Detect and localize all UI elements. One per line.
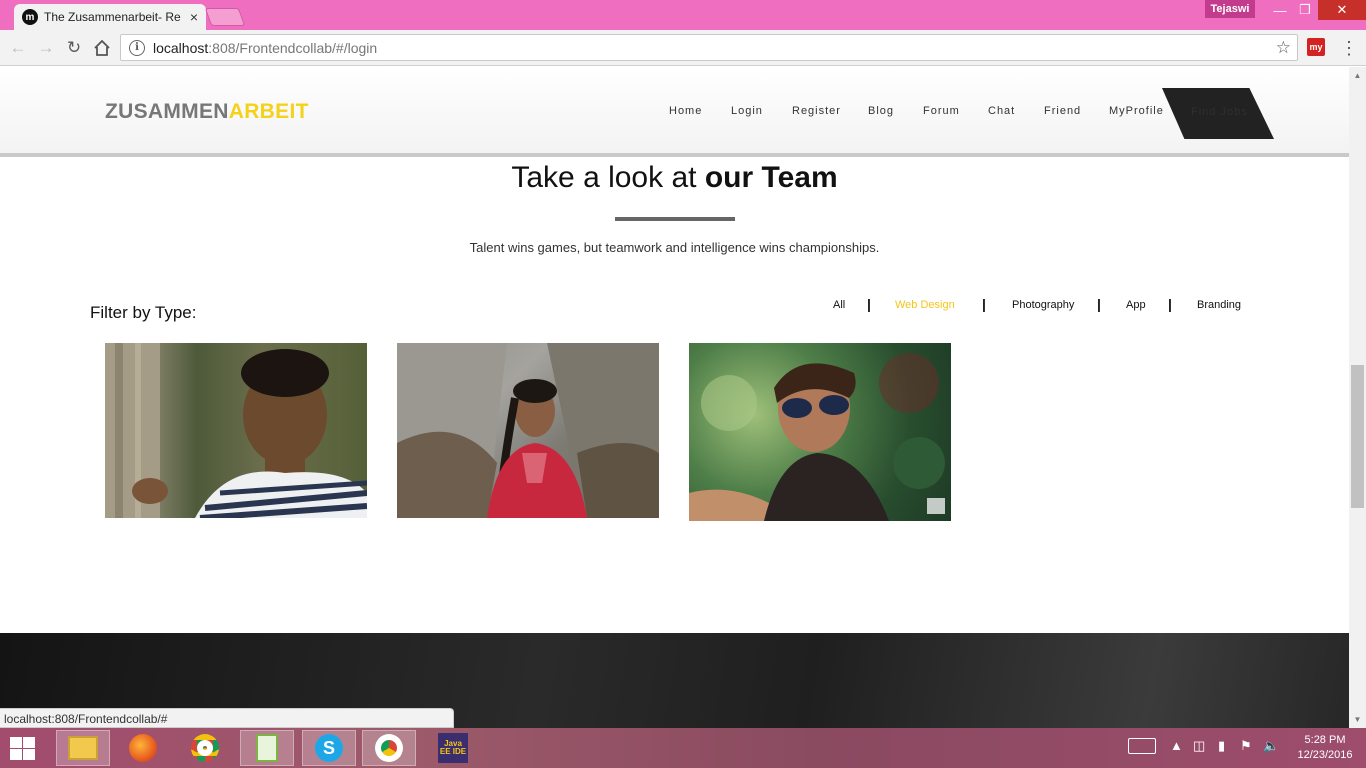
scroll-thumb[interactable]: [1351, 365, 1364, 508]
keyboard-icon[interactable]: [1128, 738, 1156, 754]
battery-icon[interactable]: ▮: [1218, 738, 1225, 754]
reload-icon[interactable]: ↻: [62, 36, 86, 60]
forward-arrow-icon[interactable]: →: [34, 36, 58, 60]
clock-time: 5:28 PM: [1304, 734, 1346, 746]
notepad-plus-plus-icon[interactable]: [240, 730, 294, 766]
new-tab-button[interactable]: [204, 8, 246, 26]
nav-login[interactable]: Login: [731, 105, 763, 117]
site-info-icon[interactable]: i: [129, 39, 145, 56]
java-ee-ide-icon[interactable]: Java EE IDE: [426, 730, 480, 766]
url-host: localhost: [153, 39, 209, 56]
team-member-photo-2[interactable]: [397, 343, 659, 518]
url-path: :808/Frontendcollab/#/login: [208, 39, 378, 56]
firefox-logo: [129, 734, 157, 762]
browser-toolbar: ← → ↻ i localhost:808/Frontendcollab/#/l…: [0, 30, 1366, 66]
site-header: ZUSAMMENARBEIT Home Login Register Blog …: [0, 67, 1349, 157]
logo-part-1: ZUSAMMEN: [105, 100, 229, 123]
site-favicon-icon: m: [22, 9, 38, 25]
nav-blog[interactable]: Blog: [868, 105, 894, 117]
nav-myprofile[interactable]: MyProfile: [1109, 105, 1164, 117]
skype-logo: S: [315, 734, 343, 762]
java-ee-logo: Java EE IDE: [438, 733, 468, 763]
action-center-flag-icon[interactable]: ⚑: [1240, 738, 1252, 754]
skype-icon[interactable]: S: [302, 730, 356, 766]
find-jobs-button[interactable]: Find Jobs: [1162, 88, 1274, 139]
team-member-photo-1[interactable]: [105, 343, 367, 518]
windows-taskbar: S Java EE IDE ▲ ◫ ▮ ⚑ 🔈 5:28 PM 12/23/20…: [0, 728, 1366, 768]
logo-part-2: ARBEIT: [228, 100, 309, 123]
browser-tab[interactable]: m The Zusammenarbeit- Re ×: [14, 4, 206, 30]
nav-friend[interactable]: Friend: [1044, 105, 1081, 117]
close-window-icon[interactable]: ✕: [1318, 0, 1366, 20]
nav-forum[interactable]: Forum: [923, 105, 960, 117]
nav-register[interactable]: Register: [792, 105, 841, 117]
filter-web-design[interactable]: Web Design: [895, 299, 955, 311]
file-explorer-icon[interactable]: [56, 730, 110, 766]
extension-my-icon[interactable]: my: [1307, 38, 1325, 56]
team-tagline: Talent wins games, but teamwork and inte…: [469, 240, 880, 255]
address-bar[interactable]: i localhost:808/Frontendcollab/#/login ☆: [120, 34, 1298, 61]
team-heading-plain: Take a look at: [511, 161, 705, 194]
filter-all[interactable]: All: [833, 299, 845, 311]
filter-label: Filter by Type:: [90, 303, 197, 322]
home-icon[interactable]: [90, 36, 114, 60]
clock-date: 12/23/2016: [1297, 749, 1353, 761]
restore-icon[interactable]: ❐: [1290, 0, 1320, 20]
tab-close-icon[interactable]: ×: [190, 9, 198, 25]
filter-photography[interactable]: Photography: [1012, 299, 1074, 311]
status-bar-url: localhost:808/Frontendcollab/#: [0, 708, 454, 728]
start-logo-pane: [23, 749, 35, 760]
find-jobs-label: Find Jobs: [1191, 106, 1248, 118]
taskbar-clock[interactable]: 5:28 PM 12/23/2016: [1290, 733, 1360, 763]
notepad-logo: [256, 734, 278, 762]
heading-divider: [615, 217, 735, 221]
filter-separator: |: [1168, 296, 1172, 312]
vertical-scrollbar[interactable]: ▲ ▼: [1349, 67, 1366, 728]
team-heading-bold: our Team: [704, 161, 838, 194]
filter-branding[interactable]: Branding: [1197, 299, 1241, 311]
windows-start-icon[interactable]: [8, 735, 38, 761]
chrome-logo: [375, 734, 403, 762]
scroll-down-icon[interactable]: ▼: [1349, 711, 1366, 728]
filter-separator: |: [867, 296, 871, 312]
site-logo[interactable]: ZUSAMMENARBEIT: [105, 100, 309, 124]
start-logo-pane: [10, 737, 22, 748]
keyboard-glyph: [1128, 738, 1156, 754]
browser-titlebar: m The Zusammenarbeit- Re × Tejaswi — ❐ ✕: [0, 0, 1366, 30]
bookmark-star-icon[interactable]: ☆: [1276, 38, 1291, 58]
chrome-active-icon[interactable]: [362, 730, 416, 766]
volume-icon[interactable]: 🔈: [1263, 738, 1279, 754]
tab-title: The Zusammenarbeit- Re: [44, 10, 181, 24]
team-heading: Take a look at our Team: [0, 161, 1349, 195]
folder-icon: [68, 736, 98, 760]
firefox-icon[interactable]: [116, 730, 170, 766]
chrome-icon[interactable]: [178, 730, 232, 766]
chrome-logo: [191, 734, 219, 762]
profile-badge[interactable]: Tejaswi: [1205, 0, 1255, 18]
nav-chat[interactable]: Chat: [988, 105, 1015, 117]
page-viewport: ZUSAMMENARBEIT Home Login Register Blog …: [0, 67, 1349, 728]
back-arrow-icon[interactable]: ←: [6, 36, 30, 60]
browser-menu-icon[interactable]: ⋮: [1340, 37, 1358, 59]
filter-separator: |: [1097, 296, 1101, 312]
start-logo-pane: [23, 737, 35, 748]
filter-app[interactable]: App: [1126, 299, 1146, 311]
filter-separator: |: [982, 296, 986, 312]
network-icon[interactable]: ◫: [1193, 738, 1205, 754]
start-logo-pane: [10, 749, 22, 760]
tray-overflow-icon[interactable]: ▲: [1170, 738, 1183, 753]
scroll-up-icon[interactable]: ▲: [1349, 67, 1366, 84]
team-member-photo-3[interactable]: [689, 343, 951, 521]
nav-home[interactable]: Home: [669, 105, 702, 117]
